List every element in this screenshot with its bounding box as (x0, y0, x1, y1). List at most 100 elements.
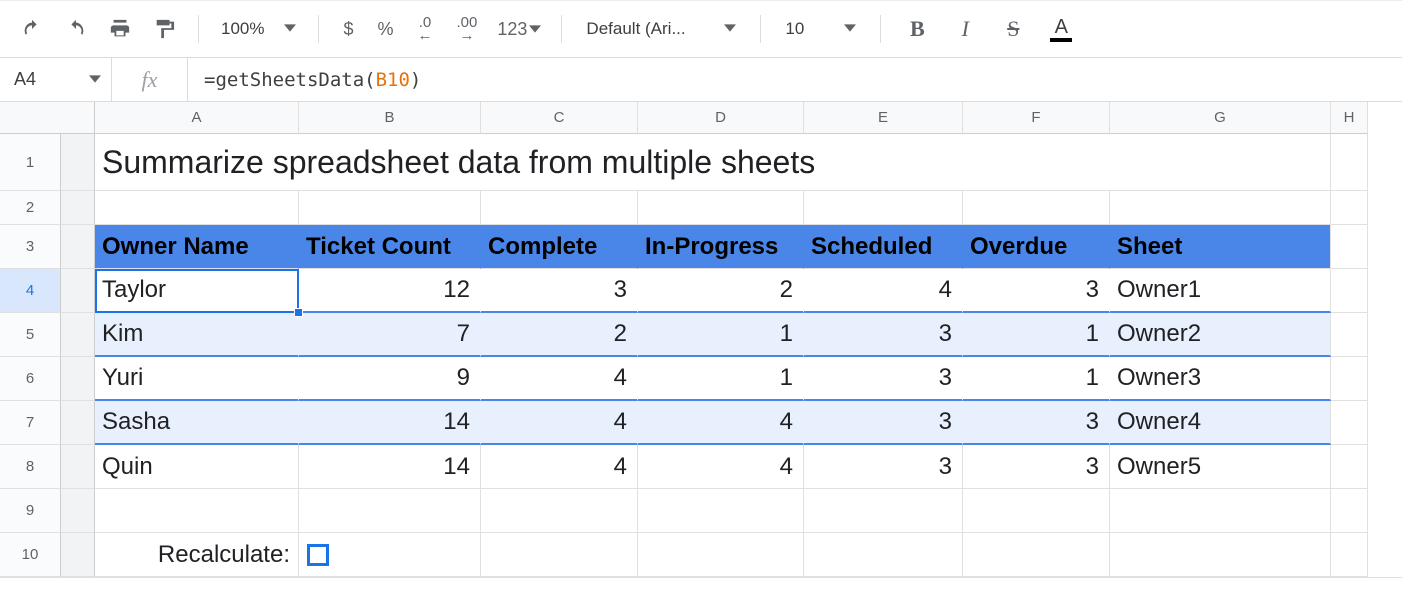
cell-e8[interactable]: 3 (804, 445, 963, 489)
increase-decimal-button[interactable]: .00 → (447, 15, 488, 43)
row-gutter[interactable] (61, 533, 95, 577)
text-color-button[interactable]: A (1039, 17, 1083, 42)
row-header-7[interactable]: 7 (0, 401, 61, 445)
bold-button[interactable]: B (895, 16, 939, 42)
cell-b4[interactable]: 12 (299, 269, 481, 313)
cell-g7[interactable]: Owner4 (1110, 401, 1331, 445)
cell-d6[interactable]: 1 (638, 357, 804, 401)
fill-handle[interactable] (294, 308, 303, 317)
cell-d9[interactable] (638, 489, 804, 533)
row-gutter[interactable] (61, 134, 95, 191)
cell-d5[interactable]: 1 (638, 313, 804, 357)
cell-g4[interactable]: Owner1 (1110, 269, 1331, 313)
row-header-10[interactable]: 10 (0, 533, 61, 577)
cell-c8[interactable]: 4 (481, 445, 638, 489)
cell-d4[interactable]: 2 (638, 269, 804, 313)
cell-b6[interactable]: 9 (299, 357, 481, 401)
cell-c6[interactable]: 4 (481, 357, 638, 401)
italic-button[interactable]: I (943, 16, 987, 42)
column-header-e[interactable]: E (804, 102, 963, 134)
name-box[interactable]: A4 (0, 58, 112, 102)
cell-d2[interactable] (638, 191, 804, 225)
more-formats-button[interactable]: 123 (491, 19, 547, 40)
font-family-select[interactable]: Default (Ari... (576, 11, 746, 47)
row-gutter[interactable] (61, 445, 95, 489)
cell-d7[interactable]: 4 (638, 401, 804, 445)
row-gutter[interactable] (61, 489, 95, 533)
cell-h4[interactable] (1331, 269, 1368, 313)
column-header-b[interactable]: B (299, 102, 481, 134)
column-header-h[interactable]: H (1331, 102, 1368, 134)
cell-c9[interactable] (481, 489, 638, 533)
cell-e10[interactable] (804, 533, 963, 577)
cell-h9[interactable] (1331, 489, 1368, 533)
row-gutter[interactable] (61, 269, 95, 313)
cell-h7[interactable] (1331, 401, 1368, 445)
cell-f5[interactable]: 1 (963, 313, 1110, 357)
paint-format-button[interactable] (144, 11, 184, 47)
format-percent-button[interactable]: % (368, 19, 404, 40)
print-button[interactable] (100, 11, 140, 47)
format-currency-button[interactable]: $ (333, 19, 363, 40)
redo-button[interactable] (56, 11, 96, 47)
cell-b2[interactable] (299, 191, 481, 225)
cell-h6[interactable] (1331, 357, 1368, 401)
row-header-2[interactable]: 2 (0, 191, 61, 225)
cell-a4[interactable]: Taylor (95, 269, 299, 313)
cell-c2[interactable] (481, 191, 638, 225)
cell-b10-checkbox[interactable] (299, 533, 481, 577)
cell-h8[interactable] (1331, 445, 1368, 489)
cell-e6[interactable]: 3 (804, 357, 963, 401)
cell-d3-header[interactable]: In-Progress (638, 225, 804, 269)
cell-a3-header[interactable]: Owner Name (95, 225, 299, 269)
cell-g10[interactable] (1110, 533, 1331, 577)
row-header-5[interactable]: 5 (0, 313, 61, 357)
cell-a9[interactable] (95, 489, 299, 533)
cell-f6[interactable]: 1 (963, 357, 1110, 401)
row-header-4[interactable]: 4 (0, 269, 61, 313)
cell-b3-header[interactable]: Ticket Count (299, 225, 481, 269)
cell-f4[interactable]: 3 (963, 269, 1110, 313)
cell-a1-title[interactable]: Summarize spreadsheet data from multiple… (95, 134, 1331, 191)
cell-f8[interactable]: 3 (963, 445, 1110, 489)
formula-input[interactable]: =getSheetsData(B10) (188, 58, 1402, 102)
zoom-select[interactable]: 100% (213, 11, 304, 47)
cell-b8[interactable]: 14 (299, 445, 481, 489)
row-header-6[interactable]: 6 (0, 357, 61, 401)
cell-e9[interactable] (804, 489, 963, 533)
cell-h1[interactable] (1331, 134, 1368, 191)
row-gutter[interactable] (61, 225, 95, 269)
cell-a6[interactable]: Yuri (95, 357, 299, 401)
cell-c7[interactable]: 4 (481, 401, 638, 445)
row-header-1[interactable]: 1 (0, 134, 61, 191)
cell-h5[interactable] (1331, 313, 1368, 357)
row-header-8[interactable]: 8 (0, 445, 61, 489)
column-header-f[interactable]: F (963, 102, 1110, 134)
column-header-c[interactable]: C (481, 102, 638, 134)
cell-f3-header[interactable]: Overdue (963, 225, 1110, 269)
row-gutter[interactable] (61, 401, 95, 445)
cell-d10[interactable] (638, 533, 804, 577)
cell-a8[interactable]: Quin (95, 445, 299, 489)
cell-a7[interactable]: Sasha (95, 401, 299, 445)
cell-h3[interactable] (1331, 225, 1368, 269)
cell-g6[interactable]: Owner3 (1110, 357, 1331, 401)
cell-a5[interactable]: Kim (95, 313, 299, 357)
cell-e7[interactable]: 3 (804, 401, 963, 445)
cell-f9[interactable] (963, 489, 1110, 533)
row-header-9[interactable]: 9 (0, 489, 61, 533)
cell-f2[interactable] (963, 191, 1110, 225)
cell-e5[interactable]: 3 (804, 313, 963, 357)
cell-e3-header[interactable]: Scheduled (804, 225, 963, 269)
select-all-corner[interactable] (0, 102, 95, 134)
column-header-g[interactable]: G (1110, 102, 1331, 134)
checkbox-unchecked-icon[interactable] (307, 544, 329, 566)
cell-g9[interactable] (1110, 489, 1331, 533)
row-header-3[interactable]: 3 (0, 225, 61, 269)
cell-a10-recalculate-label[interactable]: Recalculate: (95, 533, 299, 577)
cell-e4[interactable]: 4 (804, 269, 963, 313)
cell-g2[interactable] (1110, 191, 1331, 225)
decrease-decimal-button[interactable]: .0 ← (408, 15, 443, 43)
font-size-select[interactable]: 10 (775, 11, 866, 47)
row-gutter[interactable] (61, 313, 95, 357)
